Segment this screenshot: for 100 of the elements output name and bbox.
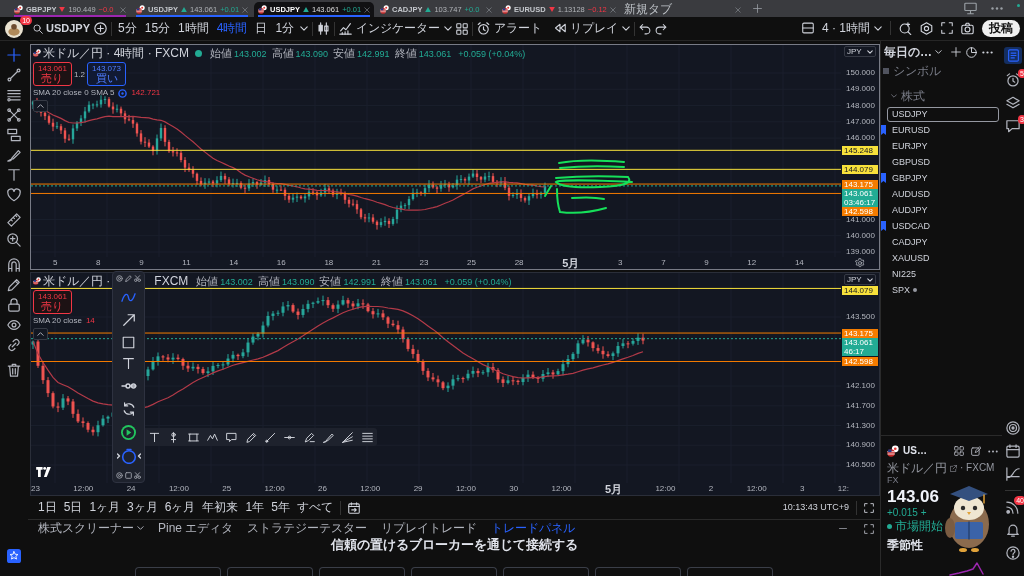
- text-icon[interactable]: [122, 356, 135, 370]
- plus-icon[interactable]: [753, 4, 762, 13]
- chart-curve-icon[interactable]: [1006, 467, 1020, 481]
- brush-icon[interactable]: [323, 431, 335, 443]
- grid-icon[interactable]: [954, 446, 964, 456]
- fan-icon[interactable]: [342, 431, 354, 443]
- undo-icon[interactable]: [639, 22, 652, 35]
- text-icon[interactable]: [149, 431, 161, 443]
- panel-tab[interactable]: リプレイトレード: [381, 521, 478, 536]
- interval-button[interactable]: 5分: [116, 21, 139, 36]
- watchlist-row[interactable]: USDCAD: [887, 218, 999, 234]
- chat-icon[interactable]: [1006, 119, 1020, 133]
- panel-tab[interactable]: ストラテジーテスター: [247, 521, 368, 536]
- publish-button[interactable]: 投稿: [982, 20, 1020, 37]
- watchlist-row[interactable]: NI225: [887, 266, 999, 282]
- interval-button[interactable]: 15分: [142, 21, 173, 36]
- search-icon[interactable]: [899, 22, 912, 35]
- play-icon[interactable]: [121, 424, 136, 440]
- range-button[interactable]: 1日: [38, 500, 57, 515]
- minimize-icon[interactable]: [838, 528, 848, 529]
- range-button[interactable]: 5年: [271, 500, 290, 515]
- comment-icon[interactable]: [226, 431, 238, 443]
- brush-icon[interactable]: [7, 148, 21, 162]
- panel-tab[interactable]: トレードパネル: [491, 521, 576, 536]
- currency-button[interactable]: JPY: [844, 46, 876, 57]
- sell-button[interactable]: 143.061 売り: [33, 62, 72, 87]
- plus-circle-icon[interactable]: [94, 22, 108, 35]
- browser-tab[interactable]: 新規タブ: [620, 2, 745, 17]
- scissors-icon[interactable]: [134, 471, 141, 479]
- line-segment-icon[interactable]: [265, 431, 277, 443]
- layers-icon[interactable]: [1006, 96, 1020, 110]
- fullscreen-icon[interactable]: [941, 22, 953, 35]
- alarm-clock-icon[interactable]: [1006, 73, 1020, 87]
- watchlist-button[interactable]: [1004, 47, 1022, 64]
- candlestick-icon[interactable]: [317, 22, 331, 35]
- pencil-icon[interactable]: [7, 278, 21, 292]
- circle-picker-icon[interactable]: [116, 447, 141, 464]
- external-link-icon[interactable]: [950, 464, 957, 472]
- watchlist-row[interactable]: EURUSD: [887, 122, 999, 138]
- trash-icon[interactable]: [7, 363, 21, 377]
- freehand-drawing[interactable]: [544, 159, 633, 214]
- rotate-icon[interactable]: [121, 402, 136, 417]
- watchlist-row[interactable]: CADJPY: [887, 234, 999, 250]
- watchlist-row[interactable]: XAUUSD: [887, 250, 999, 266]
- camera-icon[interactable]: [961, 22, 974, 35]
- indicators-button[interactable]: インジケーター: [339, 21, 441, 36]
- rectangle-icon[interactable]: [122, 335, 135, 349]
- range-button[interactable]: 年初来: [202, 500, 239, 515]
- horizontal-lines-icon[interactable]: [7, 88, 21, 102]
- interval-button[interactable]: 1時間: [176, 21, 211, 36]
- ring-icon[interactable]: [116, 275, 123, 282]
- range-button[interactable]: 3ヶ月: [127, 500, 158, 515]
- lines-icon[interactable]: [361, 431, 373, 443]
- panel-tab[interactable]: 株式スクリーナー: [38, 521, 144, 536]
- range-button[interactable]: 1ヶ月: [89, 500, 121, 515]
- sell-button[interactable]: 143.061 売り: [33, 290, 72, 315]
- monitor-icon[interactable]: [964, 2, 977, 15]
- text-icon[interactable]: [7, 168, 21, 182]
- calendar-icon[interactable]: [347, 501, 360, 514]
- watchlist-row[interactable]: AUDJPY: [887, 202, 999, 218]
- line-segment-icon[interactable]: [7, 68, 21, 82]
- crossed-lines-icon[interactable]: [7, 108, 21, 122]
- link-icon[interactable]: [7, 338, 21, 352]
- heart-icon[interactable]: [7, 188, 21, 202]
- star-icon[interactable]: [7, 549, 21, 563]
- stacked-rectangles-icon[interactable]: [7, 128, 21, 142]
- ruler-icon[interactable]: [7, 213, 21, 227]
- more-icon[interactable]: [988, 449, 998, 453]
- watchlist-row[interactable]: AUDUSD: [887, 186, 999, 202]
- replay-button[interactable]: リプレイ: [554, 21, 619, 36]
- bell-icon[interactable]: [1006, 523, 1020, 537]
- range-button[interactable]: 6ヶ月: [164, 500, 196, 515]
- collapse-button[interactable]: [33, 100, 48, 112]
- square-icon[interactable]: [125, 471, 132, 479]
- interval-button[interactable]: 4時間: [214, 21, 250, 36]
- redo-icon[interactable]: [655, 22, 668, 35]
- grid-icon[interactable]: [456, 22, 469, 35]
- buy-button[interactable]: 143.073 買い: [87, 62, 126, 87]
- arrow-icon[interactable]: [121, 313, 136, 328]
- frame-icon[interactable]: [187, 431, 199, 443]
- magnet-icon[interactable]: [7, 258, 21, 272]
- pencil-icon[interactable]: [245, 431, 257, 443]
- pie-chart-icon[interactable]: [966, 46, 977, 58]
- currency-button[interactable]: JPY: [844, 274, 876, 285]
- watchlist-row[interactable]: GBPUSD: [887, 154, 999, 170]
- marker-icon[interactable]: [303, 431, 315, 443]
- zigzag-icon[interactable]: [207, 431, 219, 443]
- settings-icon[interactable]: [920, 22, 933, 35]
- watchlist-row[interactable]: SPX: [887, 282, 999, 298]
- maximize-icon[interactable]: [864, 523, 874, 534]
- more-icon[interactable]: [982, 50, 993, 54]
- interval-button[interactable]: 日: [253, 21, 270, 36]
- watchlist-title-button[interactable]: 毎日の…: [884, 44, 942, 60]
- range-button[interactable]: 5日: [63, 500, 83, 515]
- close-icon[interactable]: [364, 6, 371, 13]
- ring-icon[interactable]: [116, 471, 123, 479]
- layout-button[interactable]: 4 · 1時間: [822, 21, 882, 36]
- settings-icon[interactable]: [855, 258, 865, 268]
- interval-button[interactable]: 1分: [273, 21, 297, 36]
- scissors-icon[interactable]: [134, 275, 141, 282]
